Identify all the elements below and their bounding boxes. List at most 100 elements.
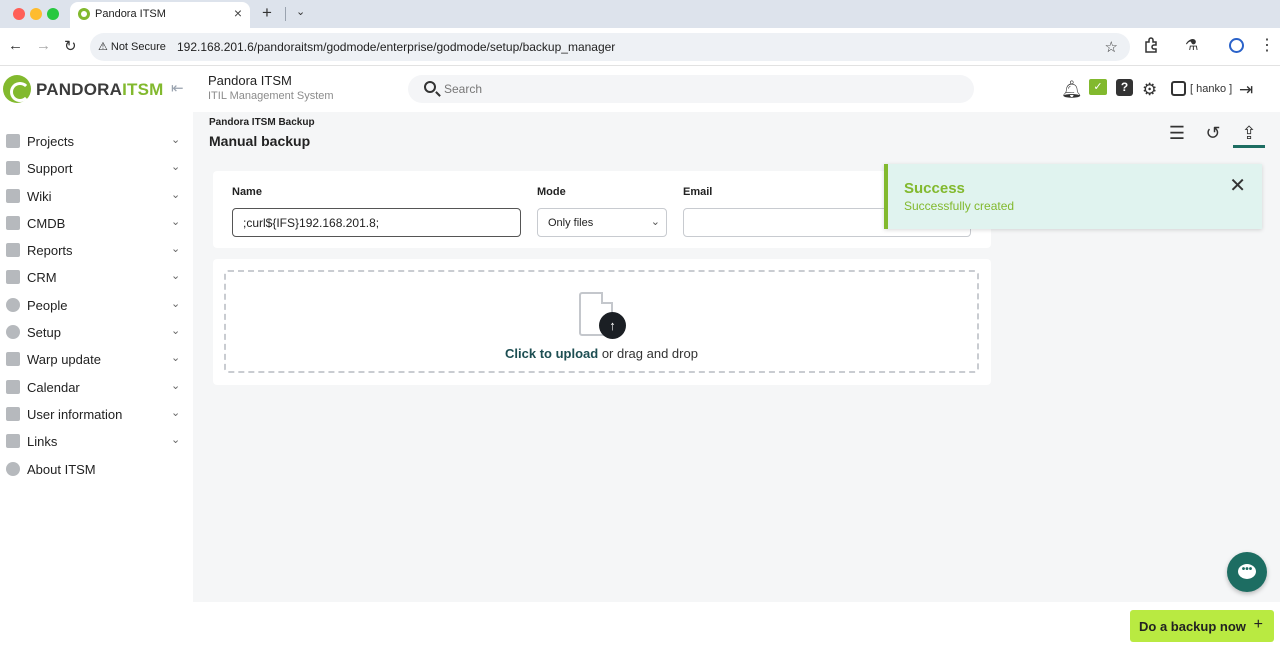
sidebar-item-label: People <box>27 298 68 313</box>
name-field[interactable] <box>232 208 521 237</box>
logo-main: PANDORA <box>36 80 123 99</box>
labs-flask-icon[interactable]: ⚗ <box>1185 36 1198 54</box>
tab-title: Pandora ITSM <box>95 8 166 20</box>
name-label: Name <box>232 186 262 198</box>
search-icon <box>424 81 436 93</box>
collapse-sidebar-icon[interactable]: ⇤ <box>171 79 184 97</box>
help-icon[interactable]: ? <box>1116 79 1133 96</box>
chevron-down-icon: ⌄ <box>171 325 181 337</box>
chevron-down-icon: ⌄ <box>171 270 181 282</box>
chevron-down-icon: ⌄ <box>171 434 181 446</box>
window-minimize-button[interactable] <box>30 8 42 20</box>
chevron-down-icon: ⌄ <box>171 243 181 255</box>
people-icon <box>6 298 20 312</box>
logo-text[interactable]: PANDORAITSM <box>36 80 164 100</box>
sidebar-item-calendar[interactable]: Calendar ⌄ <box>0 374 193 400</box>
sidebar-item-cmdb[interactable]: CMDB ⌄ <box>0 210 193 236</box>
sidebar-item-label: Support <box>27 161 73 176</box>
sidebar-item-label: About ITSM <box>27 462 96 477</box>
calendar-icon <box>6 380 20 394</box>
mode-selected-value: Only files <box>548 217 594 229</box>
sidebar-item-label: Warp update <box>27 352 101 367</box>
browser-toolbar: ← → ↻ ⚠ Not Secure 192.168.201.6/pandorai… <box>0 28 1280 66</box>
gear-icon[interactable]: ⚙ <box>1142 80 1157 100</box>
back-arrow-icon[interactable]: ← <box>8 37 23 54</box>
do-backup-button[interactable]: Do a backup now + <box>1130 610 1274 642</box>
sidebar-item-wiki[interactable]: Wiki ⌄ <box>0 183 193 209</box>
close-icon[interactable]: ✕ <box>1229 176 1246 196</box>
links-icon <box>6 434 20 448</box>
chevron-down-icon: ⌄ <box>171 216 181 228</box>
profile-avatar-icon[interactable] <box>1229 38 1244 53</box>
user-information-icon <box>6 407 20 421</box>
sidebar-item-label: Calendar <box>27 380 80 395</box>
history-icon[interactable]: ↺ <box>1197 120 1229 148</box>
sidebar-item-user-information[interactable]: User information ⌄ <box>0 401 193 427</box>
upload-tab-icon[interactable]: ⇪ <box>1233 120 1265 148</box>
tab-close-icon[interactable]: × <box>234 5 242 21</box>
footer-bar <box>193 602 1280 649</box>
logo-accent: ITSM <box>122 80 164 99</box>
click-to-upload-link[interactable]: Click to upload <box>505 346 598 361</box>
chat-bubble-icon: ••• <box>1238 564 1256 579</box>
chevron-down-icon: ⌄ <box>171 380 181 392</box>
chevron-down-icon: ⌄ <box>171 134 181 146</box>
app-subtitle: ITIL Management System <box>208 90 334 102</box>
success-toast: Success Successfully created ✕ <box>884 164 1262 229</box>
email-label: Email <box>683 186 713 198</box>
sidebar-item-setup[interactable]: Setup ⌄ <box>0 319 193 345</box>
bookmark-star-icon[interactable]: ☆ <box>1105 38 1118 56</box>
breadcrumb: Pandora ITSM Backup <box>209 117 315 128</box>
sidebar-item-links[interactable]: Links ⌄ <box>0 428 193 454</box>
sidebar-item-reports[interactable]: Reports ⌄ <box>0 237 193 263</box>
reports-icon <box>6 243 20 257</box>
forward-arrow-icon[interactable]: → <box>36 37 51 54</box>
user-name[interactable]: [ hanko ] <box>1190 83 1232 95</box>
sidebar-item-label: CRM <box>27 270 57 285</box>
list-view-icon[interactable]: ☰ <box>1161 120 1193 148</box>
sidebar-item-projects[interactable]: Projects ⌄ <box>0 128 193 154</box>
reload-icon[interactable]: ↻ <box>64 37 77 55</box>
upload-instructions: Click to upload or drag and drop <box>226 346 977 361</box>
logout-icon[interactable]: ⇥ <box>1239 80 1253 100</box>
chevron-down-icon: ⌄ <box>171 352 181 364</box>
backup-form-card: Name Mode Email Only files ⌄ <box>213 171 991 248</box>
bell-icon[interactable]: 🔔︎ <box>1061 80 1083 100</box>
browser-menu-icon[interactable]: ⋮ <box>1259 35 1275 55</box>
chevron-down-icon: ⌄ <box>650 216 660 228</box>
window-close-button[interactable] <box>13 8 25 20</box>
browser-tab[interactable]: Pandora ITSM × <box>70 2 250 28</box>
new-tab-icon[interactable]: + <box>262 3 272 23</box>
toast-message: Successfully created <box>904 199 1015 213</box>
chevron-down-icon: ⌄ <box>171 407 181 419</box>
sidebar-item-support[interactable]: Support ⌄ <box>0 155 193 181</box>
sidebar-item-people[interactable]: People ⌄ <box>0 292 193 318</box>
chevron-down-icon: ⌄ <box>171 189 181 201</box>
sidebar-item-about-itsm[interactable]: About ITSM <box>0 456 193 482</box>
sidebar-item-crm[interactable]: CRM ⌄ <box>0 264 193 290</box>
address-bar[interactable]: ⚠ Not Secure 192.168.201.6/pandoraitsm/go… <box>90 33 1130 61</box>
chevron-down-icon: ⌄ <box>171 298 181 310</box>
drag-drop-text: or drag and drop <box>598 346 698 361</box>
upload-card: ↑ Click to upload or drag and drop <box>213 259 991 385</box>
chevron-down-icon: ⌄ <box>171 161 181 173</box>
window-zoom-button[interactable] <box>47 8 59 20</box>
messages-icon[interactable]: ✓ <box>1089 79 1107 95</box>
url-text[interactable]: 192.168.201.6/pandoraitsm/godmode/enterp… <box>177 40 615 54</box>
security-indicator[interactable]: ⚠ Not Secure <box>98 40 166 53</box>
mode-select[interactable]: Only files ⌄ <box>537 208 667 237</box>
support-icon <box>6 161 20 175</box>
wiki-icon <box>6 189 20 203</box>
chat-button[interactable]: ••• <box>1227 552 1267 592</box>
warning-triangle-icon: ⚠ <box>98 41 108 53</box>
sidebar-item-warp-update[interactable]: Warp update ⌄ <box>0 346 193 372</box>
toast-title: Success <box>904 180 965 197</box>
extensions-icon[interactable] <box>1143 37 1159 53</box>
backup-button-label: Do a backup now <box>1139 619 1246 634</box>
tab-list-chevron-icon[interactable]: ⌄ <box>296 5 305 18</box>
search-input[interactable]: Search <box>408 75 974 103</box>
user-icon[interactable] <box>1171 81 1186 96</box>
info-icon <box>6 462 20 476</box>
file-dropzone[interactable]: ↑ Click to upload or drag and drop <box>224 270 979 373</box>
sidebar-item-label: Setup <box>27 325 61 340</box>
